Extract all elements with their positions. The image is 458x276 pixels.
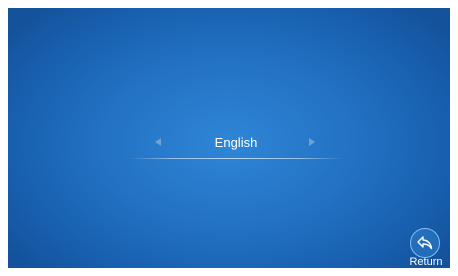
return-button[interactable]: Return bbox=[406, 228, 446, 268]
triangle-right-icon bbox=[309, 138, 315, 146]
return-label: Return bbox=[409, 256, 443, 268]
selector-underline bbox=[130, 158, 342, 159]
return-arrow-icon bbox=[417, 236, 433, 250]
language-settings-screen: English Return bbox=[8, 8, 450, 268]
next-language-button[interactable] bbox=[306, 136, 318, 148]
return-icon-circle bbox=[410, 228, 440, 258]
language-selector: English bbox=[130, 126, 342, 162]
